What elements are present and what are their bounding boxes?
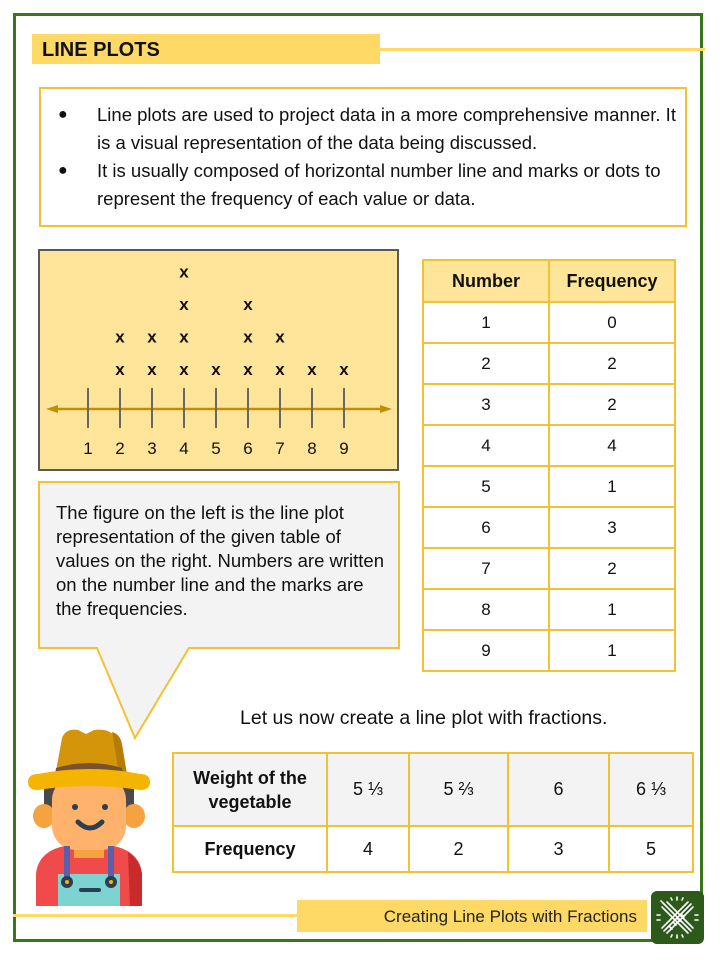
x-mark: x [179, 295, 189, 314]
x-mark: x [147, 360, 157, 379]
weight-cell: 6 [507, 752, 610, 827]
callout-text: The figure on the left is the line plot … [56, 502, 385, 619]
x-mark: x [243, 360, 253, 379]
number-cell: 4 [422, 424, 550, 467]
x-mark: x [179, 360, 189, 379]
frequency-cell: 3 [548, 506, 676, 549]
x-mark: x [115, 360, 125, 379]
bullet-icon: ● [58, 162, 68, 179]
tick-label: 1 [83, 439, 92, 458]
table-row: 63 [422, 506, 676, 549]
table-row: 44 [422, 424, 676, 467]
x-mark: x [243, 295, 253, 314]
line-plot-svg: 1 2xx3xx4xxxx5x6xxx7xx8x9x [46, 263, 392, 458]
frequency-table: Number Frequency 102232445163728191 [422, 259, 676, 672]
x-mark: x [211, 360, 221, 379]
info-bullet: ● It is usually composed of horizontal n… [41, 157, 677, 213]
frequency-cell: 1 [548, 629, 676, 672]
table-row: 91 [422, 629, 676, 672]
x-mark: x [275, 360, 285, 379]
x-mark: x [307, 360, 317, 379]
frequency-cell: 1 [548, 588, 676, 631]
table-row: 51 [422, 465, 676, 508]
tick-label: 6 [243, 439, 252, 458]
footer-title: Creating Line Plots with Fractions [383, 907, 637, 926]
number-cell: 7 [422, 547, 550, 590]
page-title: LINE PLOTS [42, 39, 160, 61]
footer-divider [13, 914, 303, 917]
table-row: 72 [422, 547, 676, 590]
frequency-cell: 2 [548, 547, 676, 590]
frequency-cell: 3 [507, 825, 610, 873]
tick-label: 8 [307, 439, 316, 458]
title-banner: LINE PLOTS [32, 34, 380, 64]
frequency-cell: 0 [548, 301, 676, 344]
frequency-row-label: Frequency [172, 825, 328, 873]
info-bullet-text: It is usually composed of horizontal num… [97, 160, 661, 209]
number-cell: 3 [422, 383, 550, 426]
tick-label: 9 [339, 439, 348, 458]
number-cell: 9 [422, 629, 550, 672]
frequency-cell: 2 [548, 383, 676, 426]
header-number: Number [422, 259, 550, 303]
bullet-icon: ● [58, 106, 68, 123]
left-arrow-icon [46, 405, 58, 413]
tick-label: 7 [275, 439, 284, 458]
title-divider [380, 48, 705, 51]
frequency-cell: 1 [548, 465, 676, 508]
frequency-cell: 4 [548, 424, 676, 467]
x-mark: x [115, 328, 125, 347]
x-mark: x [179, 328, 189, 347]
speech-bubble: The figure on the left is the line plot … [38, 481, 400, 741]
frequency-cell: 2 [548, 342, 676, 385]
footer-banner: Creating Line Plots with Fractions [297, 900, 647, 932]
tick-label: 2 [115, 439, 124, 458]
x-mark: x [275, 328, 285, 347]
weight-row-label: Weight of the vegetable [172, 752, 328, 827]
x-mark: x [179, 263, 189, 282]
x-mark: x [147, 328, 157, 347]
weight-cell: 5 ⅔ [408, 752, 509, 827]
farmer-illustration [28, 729, 150, 906]
frequency-row: Frequency 4 2 3 5 [172, 825, 694, 873]
table-header-row: Number Frequency [422, 259, 676, 303]
info-list: ● Line plots are used to project data in… [41, 101, 677, 213]
table-row: 22 [422, 342, 676, 385]
number-cell: 2 [422, 342, 550, 385]
pencil-ruler-icon [651, 891, 704, 944]
fractions-table: Weight of the vegetable 5 ⅓ 5 ⅔ 6 6 ⅓ Fr… [172, 752, 694, 873]
right-arrow-icon [380, 405, 392, 413]
table-row: 32 [422, 383, 676, 426]
tick-label: 5 [211, 439, 220, 458]
fractions-intro: Let us now create a line plot with fract… [240, 707, 608, 729]
weight-cell: 6 ⅓ [608, 752, 694, 827]
number-cell: 1 [422, 301, 550, 344]
frequency-cell: 4 [326, 825, 410, 873]
tick-label: 3 [147, 439, 156, 458]
header-frequency: Frequency [548, 259, 676, 303]
x-mark: x [339, 360, 349, 379]
tick-label: 4 [179, 439, 188, 458]
info-box: ● Line plots are used to project data in… [39, 87, 687, 227]
number-cell: 6 [422, 506, 550, 549]
info-bullet: ● Line plots are used to project data in… [41, 101, 677, 157]
number-cell: 5 [422, 465, 550, 508]
frequency-cell: 5 [608, 825, 694, 873]
table-row: 10 [422, 301, 676, 344]
info-bullet-text: Line plots are used to project data in a… [97, 104, 676, 153]
weight-cell: 5 ⅓ [326, 752, 410, 827]
number-cell: 8 [422, 588, 550, 631]
frequency-cell: 2 [408, 825, 509, 873]
weight-row: Weight of the vegetable 5 ⅓ 5 ⅔ 6 6 ⅓ [172, 752, 694, 827]
x-mark: x [243, 328, 253, 347]
table-row: 81 [422, 588, 676, 631]
line-plot: 12xx3xx4xxxx5x6xxx7xx8x9x [38, 249, 399, 471]
